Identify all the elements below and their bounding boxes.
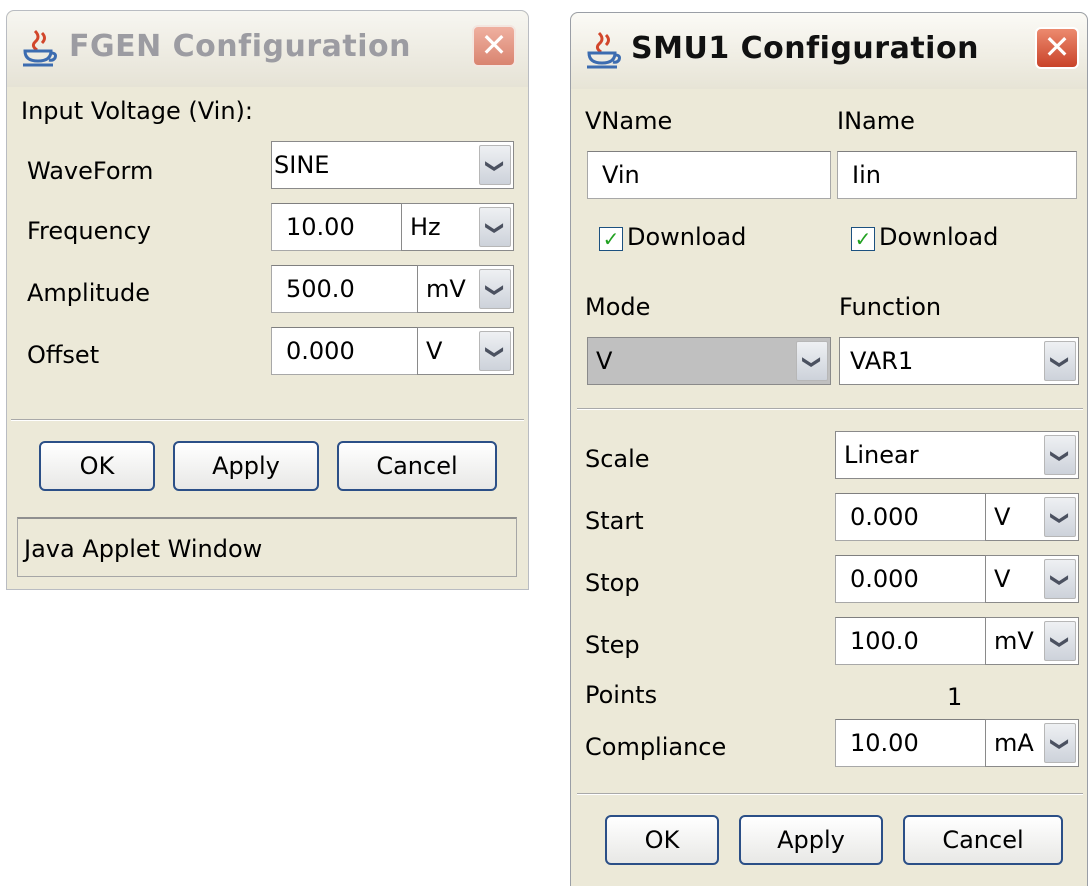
chevron-down-icon[interactable]: ❯ bbox=[479, 145, 511, 185]
checkmark-icon: ✓ bbox=[602, 227, 620, 251]
ok-button[interactable]: OK bbox=[605, 815, 719, 865]
scale-label: Scale bbox=[585, 445, 650, 473]
chevron-down-icon[interactable]: ❯ bbox=[1044, 621, 1076, 661]
scale-select[interactable]: Linear ❯ bbox=[835, 431, 1079, 479]
chevron-down-icon[interactable]: ❯ bbox=[479, 331, 511, 371]
offset-label: Offset bbox=[27, 341, 100, 369]
separator bbox=[577, 793, 1083, 795]
iname-download-label: Download bbox=[879, 223, 999, 251]
cancel-button[interactable]: Cancel bbox=[903, 815, 1063, 865]
waveform-select[interactable]: SINE ❯ bbox=[271, 141, 514, 189]
offset-unit-select[interactable]: V ❯ bbox=[417, 327, 514, 375]
start-label: Start bbox=[585, 507, 644, 535]
compliance-label: Compliance bbox=[585, 733, 727, 761]
frequency-unit-value: Hz bbox=[410, 213, 441, 241]
vname-download-checkbox[interactable]: ✓ bbox=[599, 227, 623, 251]
scale-value: Linear bbox=[844, 441, 919, 469]
amplitude-unit-value: mV bbox=[426, 275, 466, 303]
iname-field[interactable]: Iin bbox=[837, 151, 1077, 199]
step-unit-value: mV bbox=[994, 627, 1034, 655]
amplitude-field[interactable]: 500.0 bbox=[271, 265, 419, 313]
chevron-down-icon[interactable]: ❯ bbox=[1044, 723, 1076, 763]
step-label: Step bbox=[585, 631, 640, 659]
stop-unit-select[interactable]: V ❯ bbox=[985, 555, 1079, 603]
java-cup-icon bbox=[23, 29, 57, 67]
fgen-title-bar[interactable]: FGEN Configuration ✕ bbox=[7, 11, 528, 87]
vname-download-label: Download bbox=[627, 223, 747, 251]
mode-label: Mode bbox=[585, 293, 651, 321]
stop-unit-value: V bbox=[994, 565, 1011, 593]
input-voltage-label: Input Voltage (Vin): bbox=[21, 97, 254, 125]
chevron-down-icon[interactable]: ❯ bbox=[479, 207, 511, 247]
separator bbox=[11, 419, 524, 421]
smu1-title-bar[interactable]: SMU1 Configuration ✕ bbox=[571, 13, 1087, 89]
chevron-down-icon[interactable]: ❯ bbox=[1044, 559, 1076, 599]
start-unit-select[interactable]: V ❯ bbox=[985, 493, 1079, 541]
function-label: Function bbox=[839, 293, 942, 321]
function-select[interactable]: VAR1 ❯ bbox=[839, 337, 1079, 385]
chevron-down-icon[interactable]: ❯ bbox=[479, 269, 511, 309]
start-field[interactable]: 0.000 bbox=[835, 493, 987, 541]
compliance-field[interactable]: 10.00 bbox=[835, 719, 987, 767]
vname-field[interactable]: Vin bbox=[587, 151, 831, 199]
window-title: FGEN Configuration bbox=[69, 29, 411, 64]
chevron-down-icon[interactable]: ❯ bbox=[1044, 497, 1076, 537]
close-button[interactable]: ✕ bbox=[472, 25, 516, 67]
smu1-config-window: SMU1 Configuration ✕ VName IName Vin Iin… bbox=[570, 12, 1088, 886]
points-label: Points bbox=[585, 681, 658, 709]
frequency-field[interactable]: 10.00 bbox=[271, 203, 403, 251]
applet-status-bar: Java Applet Window bbox=[17, 517, 517, 577]
apply-button[interactable]: Apply bbox=[173, 441, 319, 491]
compliance-unit-select[interactable]: mA ❯ bbox=[985, 719, 1079, 767]
java-cup-icon bbox=[587, 31, 621, 69]
chevron-down-icon[interactable]: ❯ bbox=[1044, 341, 1076, 381]
fgen-config-window: FGEN Configuration ✕ Input Voltage (Vin)… bbox=[6, 10, 529, 590]
amplitude-unit-select[interactable]: mV ❯ bbox=[417, 265, 514, 313]
waveform-label: WaveForm bbox=[27, 157, 154, 185]
step-unit-select[interactable]: mV ❯ bbox=[985, 617, 1079, 665]
waveform-value: SINE bbox=[274, 151, 330, 179]
step-field[interactable]: 100.0 bbox=[835, 617, 987, 665]
offset-unit-value: V bbox=[426, 337, 443, 365]
function-value: VAR1 bbox=[850, 347, 914, 375]
stop-field[interactable]: 0.000 bbox=[835, 555, 987, 603]
window-title: SMU1 Configuration bbox=[631, 31, 979, 66]
frequency-label: Frequency bbox=[27, 217, 151, 245]
frequency-unit-select[interactable]: Hz ❯ bbox=[401, 203, 514, 251]
cancel-button[interactable]: Cancel bbox=[337, 441, 497, 491]
apply-button[interactable]: Apply bbox=[739, 815, 883, 865]
close-button[interactable]: ✕ bbox=[1035, 27, 1079, 69]
iname-download-checkbox[interactable]: ✓ bbox=[851, 227, 875, 251]
iname-label: IName bbox=[837, 107, 915, 135]
chevron-down-icon[interactable]: ❯ bbox=[796, 341, 828, 381]
offset-field[interactable]: 0.000 bbox=[271, 327, 419, 375]
mode-value: V bbox=[596, 347, 613, 375]
separator bbox=[577, 408, 1083, 410]
points-value: 1 bbox=[947, 683, 963, 711]
start-unit-value: V bbox=[994, 503, 1011, 531]
checkmark-icon: ✓ bbox=[854, 227, 872, 251]
stop-label: Stop bbox=[585, 569, 640, 597]
amplitude-label: Amplitude bbox=[27, 279, 150, 307]
mode-select[interactable]: V ❯ bbox=[587, 337, 831, 385]
compliance-unit-value: mA bbox=[994, 729, 1034, 757]
ok-button[interactable]: OK bbox=[39, 441, 155, 491]
vname-label: VName bbox=[585, 107, 673, 135]
chevron-down-icon[interactable]: ❯ bbox=[1044, 435, 1076, 475]
